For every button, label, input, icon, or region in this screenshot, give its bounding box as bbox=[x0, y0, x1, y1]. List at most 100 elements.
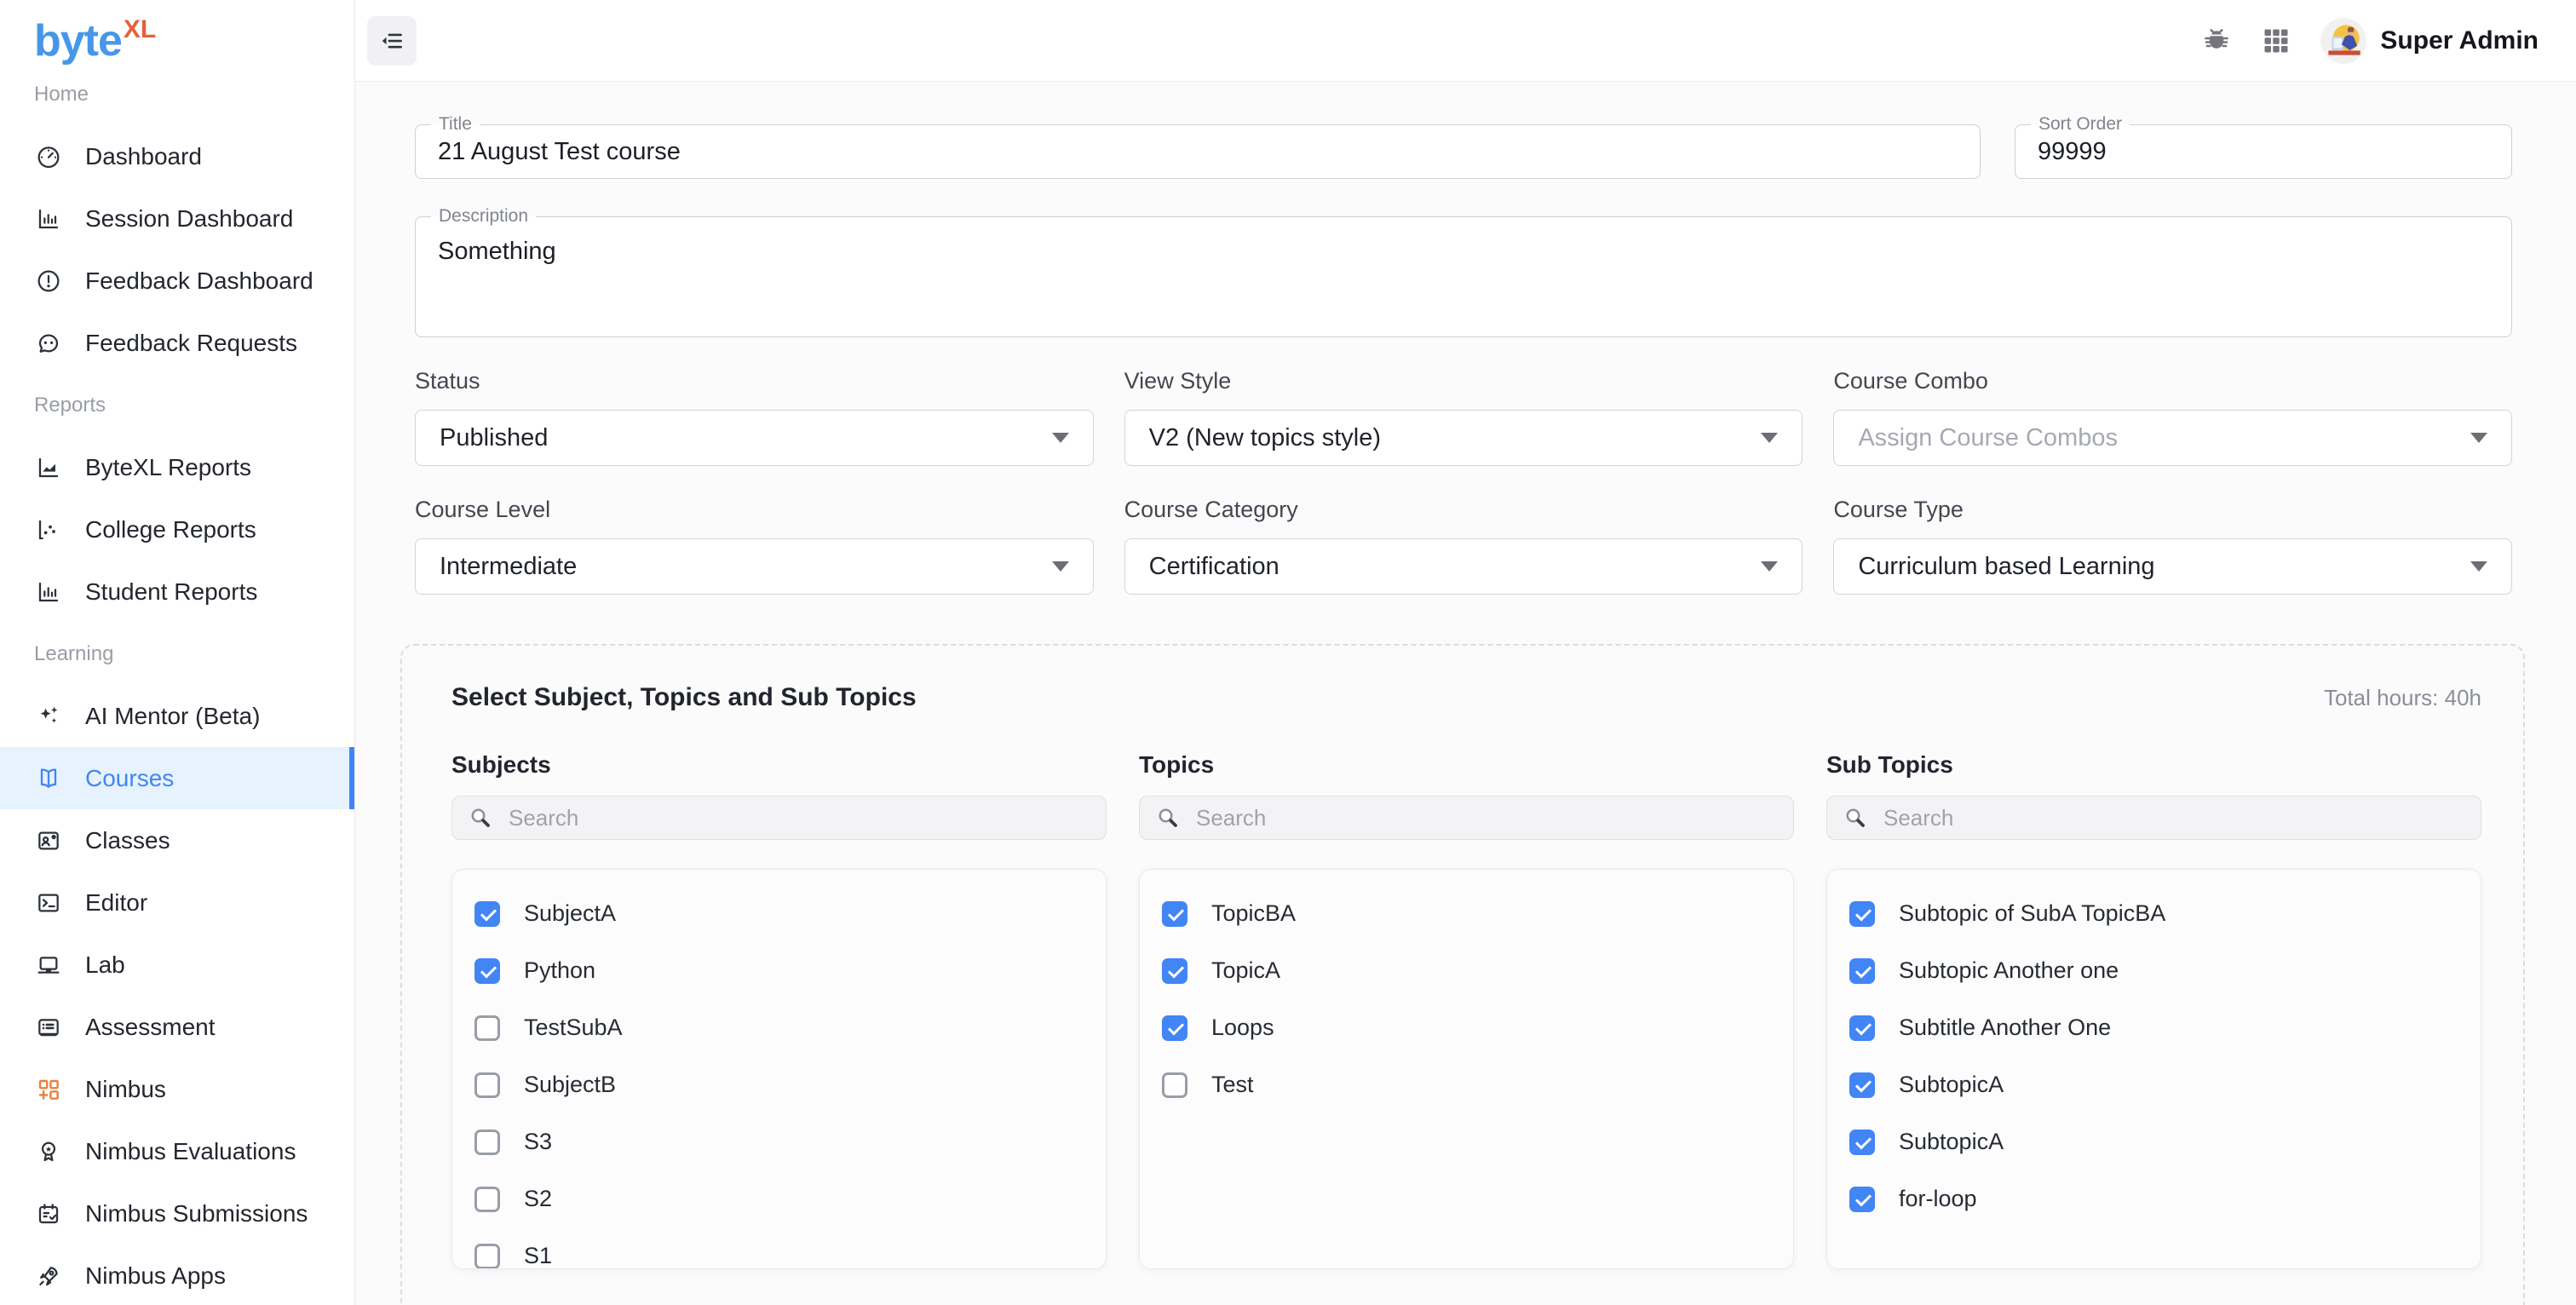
checkbox[interactable] bbox=[1162, 1072, 1187, 1098]
sidebar-item-lab[interactable]: Lab bbox=[0, 934, 354, 996]
subject-row[interactable]: Python bbox=[474, 942, 1106, 999]
sidebar-toggle-button[interactable] bbox=[367, 16, 417, 66]
sidebar-item-nimbus-apps[interactable]: Nimbus Apps bbox=[0, 1245, 354, 1305]
checkbox[interactable] bbox=[474, 1072, 500, 1098]
subject-row[interactable]: TestSubA bbox=[474, 999, 1106, 1056]
checkbox[interactable] bbox=[474, 958, 500, 984]
sidebar-item-ai-mentor[interactable]: AI Mentor (Beta) bbox=[0, 685, 354, 747]
course-type-group: Course Type Curriculum based Learning bbox=[1833, 497, 2512, 595]
status-select[interactable]: Published bbox=[415, 410, 1094, 466]
course-type-select[interactable]: Curriculum based Learning bbox=[1833, 538, 2512, 595]
sidebar-item-classes[interactable]: Classes bbox=[0, 809, 354, 871]
checkbox-label: Loops bbox=[1211, 1015, 1274, 1041]
topic-row[interactable]: Test bbox=[1162, 1056, 1793, 1113]
subject-row[interactable]: S3 bbox=[474, 1113, 1106, 1170]
checkbox[interactable] bbox=[474, 1130, 500, 1155]
sidebar-item-label: Feedback Requests bbox=[85, 330, 297, 357]
collapse-menu-icon bbox=[379, 28, 405, 54]
sidebar-item-label: Classes bbox=[85, 827, 170, 854]
checkbox[interactable] bbox=[1849, 1130, 1875, 1155]
apps-grid-icon[interactable] bbox=[2259, 24, 2293, 58]
subtopic-row[interactable]: SubtopicA bbox=[1849, 1113, 2481, 1170]
checkbox[interactable] bbox=[1849, 1015, 1875, 1041]
sidebar-item-label: ByteXL Reports bbox=[85, 454, 251, 481]
sidebar-item-feedback-dashboard[interactable]: Feedback Dashboard bbox=[0, 250, 354, 312]
description-input[interactable]: Something bbox=[416, 217, 2511, 336]
subtopic-row[interactable]: Subtopic of SubA TopicBA bbox=[1849, 885, 2481, 942]
sidebar-item-label: Nimbus Evaluations bbox=[85, 1138, 296, 1165]
checkbox-label: Python bbox=[524, 957, 595, 984]
sidebar-item-courses[interactable]: Courses bbox=[0, 747, 354, 809]
checkbox[interactable] bbox=[1162, 1015, 1187, 1041]
sidebar-item-dashboard[interactable]: Dashboard bbox=[0, 125, 354, 187]
checkbox[interactable] bbox=[1849, 1187, 1875, 1212]
sidebar-item-nimbus-submissions[interactable]: Nimbus Submissions bbox=[0, 1182, 354, 1245]
status-label: Status bbox=[415, 368, 1094, 394]
description-field: Description Something bbox=[415, 216, 2512, 337]
subtopic-row[interactable]: for-loop bbox=[1849, 1170, 2481, 1227]
sidebar-item-feedback-requests[interactable]: Feedback Requests bbox=[0, 312, 354, 374]
bar-chart-icon bbox=[34, 578, 63, 607]
chevron-down-icon bbox=[1052, 433, 1069, 443]
topics-search-input[interactable] bbox=[1194, 804, 1778, 832]
checkbox[interactable] bbox=[1162, 958, 1187, 984]
subtopic-row[interactable]: Subtitle Another One bbox=[1849, 999, 2481, 1056]
sidebar-item-student-reports[interactable]: Student Reports bbox=[0, 561, 354, 623]
subtopic-row[interactable]: SubtopicA bbox=[1849, 1056, 2481, 1113]
checkbox[interactable] bbox=[474, 901, 500, 927]
app-root: byte XL Home Dashboard Session Dashboard… bbox=[0, 0, 2576, 1305]
search-icon bbox=[1155, 805, 1181, 831]
course-combo-label: Course Combo bbox=[1833, 368, 2512, 394]
avatar[interactable] bbox=[2320, 18, 2366, 64]
subjects-search-input[interactable] bbox=[507, 804, 1090, 832]
checkbox[interactable] bbox=[1162, 901, 1187, 927]
checkbox-label: S2 bbox=[524, 1186, 552, 1212]
topics-column: Topics TopicBA bbox=[1139, 751, 1794, 1269]
search-icon bbox=[468, 805, 493, 831]
sidebar-item-college-reports[interactable]: College Reports bbox=[0, 498, 354, 561]
id-badge-icon bbox=[34, 826, 63, 855]
checkbox-label: Subtopic of SubA TopicBA bbox=[1899, 900, 2165, 927]
sidebar-item-bytexl-reports[interactable]: ByteXL Reports bbox=[0, 436, 354, 498]
course-level-select[interactable]: Intermediate bbox=[415, 538, 1094, 595]
course-level-group: Course Level Intermediate bbox=[415, 497, 1094, 595]
sidebar-item-assessment[interactable]: Assessment bbox=[0, 996, 354, 1058]
sidebar-item-nimbus[interactable]: Nimbus bbox=[0, 1058, 354, 1120]
checkbox-label: Test bbox=[1211, 1072, 1254, 1098]
area-chart-icon bbox=[34, 453, 63, 482]
topic-row[interactable]: TopicBA bbox=[1162, 885, 1793, 942]
checkbox[interactable] bbox=[1849, 1072, 1875, 1098]
sidebar-item-session-dashboard[interactable]: Session Dashboard bbox=[0, 187, 354, 250]
sidebar-item-label: Lab bbox=[85, 951, 125, 979]
subject-row[interactable]: S2 bbox=[474, 1170, 1106, 1227]
checkbox[interactable] bbox=[474, 1187, 500, 1212]
subject-row[interactable]: SubjectB bbox=[474, 1056, 1106, 1113]
subject-row[interactable]: S1 bbox=[474, 1227, 1106, 1269]
sidebar-item-editor[interactable]: Editor bbox=[0, 871, 354, 934]
sidebar-item-nimbus-evaluations[interactable]: Nimbus Evaluations bbox=[0, 1120, 354, 1182]
logo: byte XL bbox=[0, 0, 354, 63]
select-row-2: Course Level Intermediate Course Categor… bbox=[415, 497, 2512, 595]
sidebar-nav: Home Dashboard Session Dashboard Feedbac… bbox=[0, 63, 354, 1305]
subjects-column: Subjects SubjectA bbox=[451, 751, 1107, 1269]
checkbox-label: SubjectA bbox=[524, 900, 616, 927]
sort-order-field: Sort Order bbox=[2015, 124, 2512, 179]
subject-row[interactable]: SubjectA bbox=[474, 885, 1106, 942]
title-input[interactable] bbox=[416, 125, 1980, 178]
course-category-label: Course Category bbox=[1124, 497, 1803, 523]
checkbox[interactable] bbox=[1849, 958, 1875, 984]
subtopics-search-input[interactable] bbox=[1882, 804, 2465, 832]
topic-row[interactable]: TopicA bbox=[1162, 942, 1793, 999]
checkbox[interactable] bbox=[1849, 901, 1875, 927]
bug-icon[interactable] bbox=[2199, 24, 2234, 58]
subtopic-row[interactable]: Subtopic Another one bbox=[1849, 942, 2481, 999]
user-name[interactable]: Super Admin bbox=[2380, 26, 2539, 55]
view-style-select[interactable]: V2 (New topics style) bbox=[1124, 410, 1803, 466]
topic-row[interactable]: Loops bbox=[1162, 999, 1793, 1056]
course-category-select[interactable]: Certification bbox=[1124, 538, 1803, 595]
checkbox[interactable] bbox=[474, 1015, 500, 1041]
checkbox[interactable] bbox=[474, 1244, 500, 1269]
terminal-icon bbox=[34, 888, 63, 917]
section-label-reports: Reports bbox=[0, 374, 354, 436]
course-combo-select[interactable]: Assign Course Combos bbox=[1833, 410, 2512, 466]
